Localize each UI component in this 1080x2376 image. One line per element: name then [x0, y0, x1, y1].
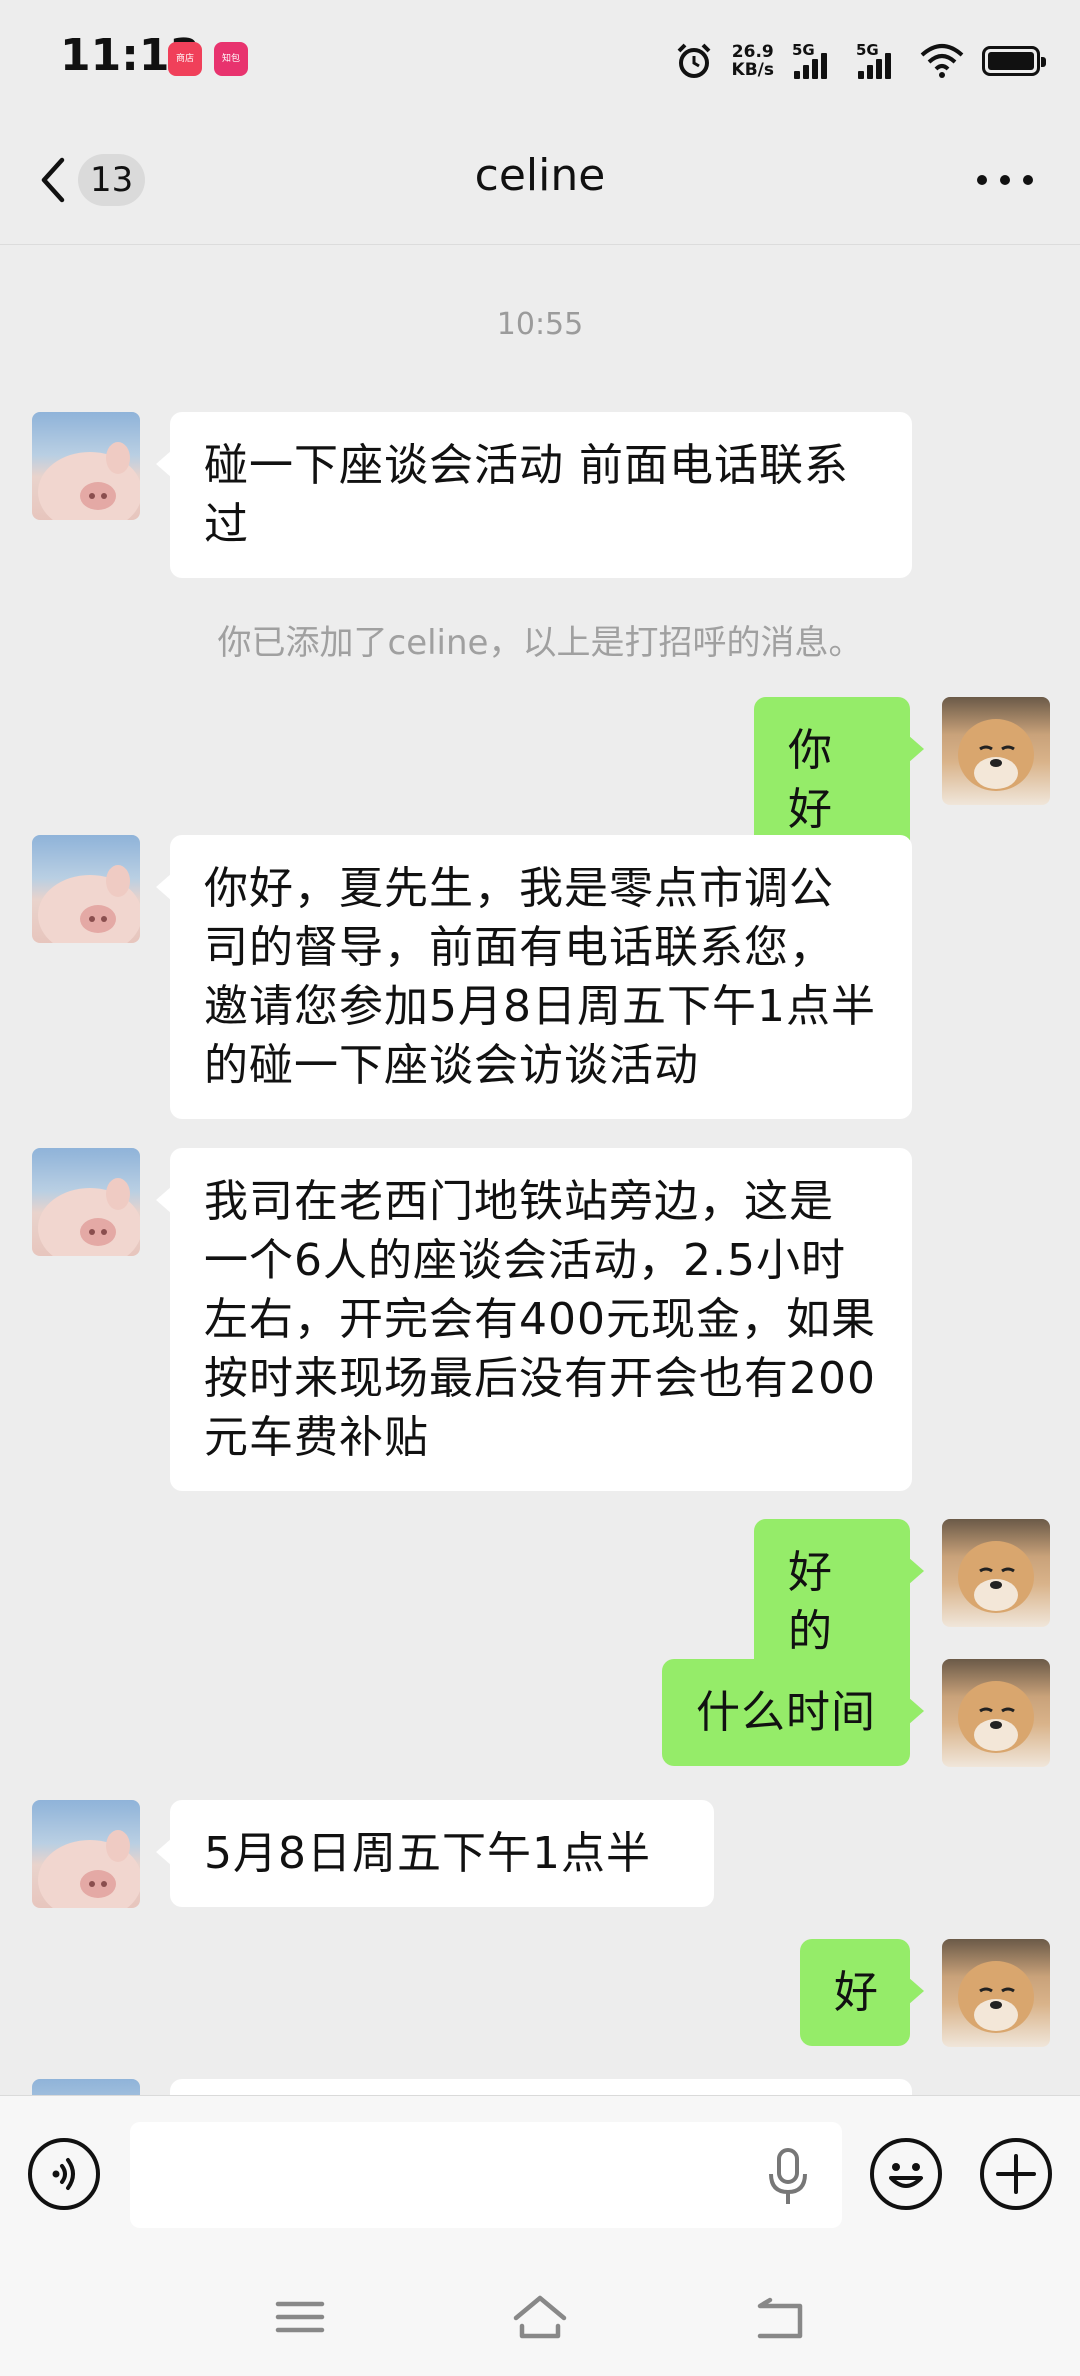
more-dots-icon — [977, 175, 1033, 185]
my-avatar[interactable] — [942, 1939, 1050, 2047]
plus-icon — [996, 2154, 1036, 2194]
system-notice: 你已添加了celine，以上是打招呼的消息。 — [217, 623, 863, 663]
alarm-icon — [677, 43, 710, 78]
net-speed-unit: KB/s — [731, 60, 774, 80]
more-actions-button[interactable] — [980, 2138, 1052, 2210]
contact-avatar-partial[interactable] — [32, 2079, 140, 2095]
signal-5g-icon-2: 5G — [856, 41, 902, 81]
chat-title: celine — [474, 150, 606, 201]
message-bubble-incoming[interactable]: 5月8日周五下午1点半 — [156, 1800, 714, 1907]
contact-avatar[interactable] — [32, 412, 140, 520]
my-avatar[interactable] — [942, 1519, 1050, 1627]
message-list[interactable]: 10:55 碰一下座谈会活动 前面电话联系过 你已添加了celine，以上是打招… — [0, 245, 1080, 2095]
back-nav-button[interactable] — [750, 2292, 810, 2342]
shiba-avatar-image — [958, 1541, 1034, 1613]
voice-mode-button[interactable] — [28, 2138, 100, 2210]
pig-avatar-image — [38, 1178, 140, 1256]
contact-avatar[interactable] — [32, 835, 140, 943]
wifi-icon — [920, 44, 964, 78]
home-button[interactable] — [510, 2292, 570, 2342]
message-bubble-outgoing[interactable]: 好 — [800, 1939, 924, 2046]
message-bubble-incoming[interactable]: 你好，夏先生，我是零点市调公司的督导，前面有电话联系您，邀请您参加5月8日周五下… — [156, 835, 912, 1119]
voice-wave-icon — [52, 2158, 75, 2190]
shiba-avatar-image — [958, 1961, 1034, 2033]
message-timestamp: 10:55 — [496, 307, 584, 342]
pig-avatar-image — [38, 1830, 140, 1908]
battery-icon — [982, 46, 1046, 76]
my-avatar[interactable] — [942, 697, 1050, 805]
pig-avatar-image — [38, 865, 140, 943]
net-speed: 26.9 KB/s — [732, 43, 774, 79]
system-navigation-bar — [0, 2256, 1080, 2376]
status-bar: 11:13 商店 知包 26.9 KB/s 5G 5G — [0, 0, 1080, 118]
message-bubble-incoming[interactable]: 碰一下座谈会活动 前面电话联系过 — [156, 412, 912, 578]
back-nav-icon — [757, 2297, 803, 2339]
net-speed-value: 26.9 — [731, 42, 774, 62]
contact-avatar[interactable] — [32, 1148, 140, 1256]
home-icon — [513, 2295, 567, 2339]
more-options-button[interactable] — [970, 158, 1040, 202]
message-input[interactable] — [130, 2122, 842, 2228]
message-bubble-partial[interactable] — [170, 2079, 912, 2095]
app-notification-icon-1: 商店 — [168, 42, 202, 76]
contact-avatar[interactable] — [32, 1800, 140, 1908]
shiba-avatar-image — [958, 719, 1034, 791]
message-bubble-incoming[interactable]: 我司在老西门地铁站旁边，这是一个6人的座谈会活动，2.5小时左右，开完会有400… — [156, 1148, 912, 1491]
shiba-avatar-image — [958, 1681, 1034, 1753]
emoji-smile-icon — [889, 2163, 923, 2188]
pig-avatar-image — [38, 442, 140, 520]
recent-apps-button[interactable] — [270, 2292, 330, 2342]
app-notification-icon-2: 知包 — [214, 42, 248, 76]
emoji-button[interactable] — [870, 2138, 942, 2210]
chat-header: 13 celine — [0, 118, 1080, 245]
input-bar — [0, 2095, 1080, 2256]
microphone-icon[interactable] — [768, 2148, 808, 2206]
menu-lines-icon — [275, 2301, 325, 2333]
my-avatar[interactable] — [942, 1659, 1050, 1767]
message-bubble-outgoing[interactable]: 什么时间 — [662, 1659, 924, 1766]
signal-5g-icon-1: 5G — [792, 41, 838, 81]
